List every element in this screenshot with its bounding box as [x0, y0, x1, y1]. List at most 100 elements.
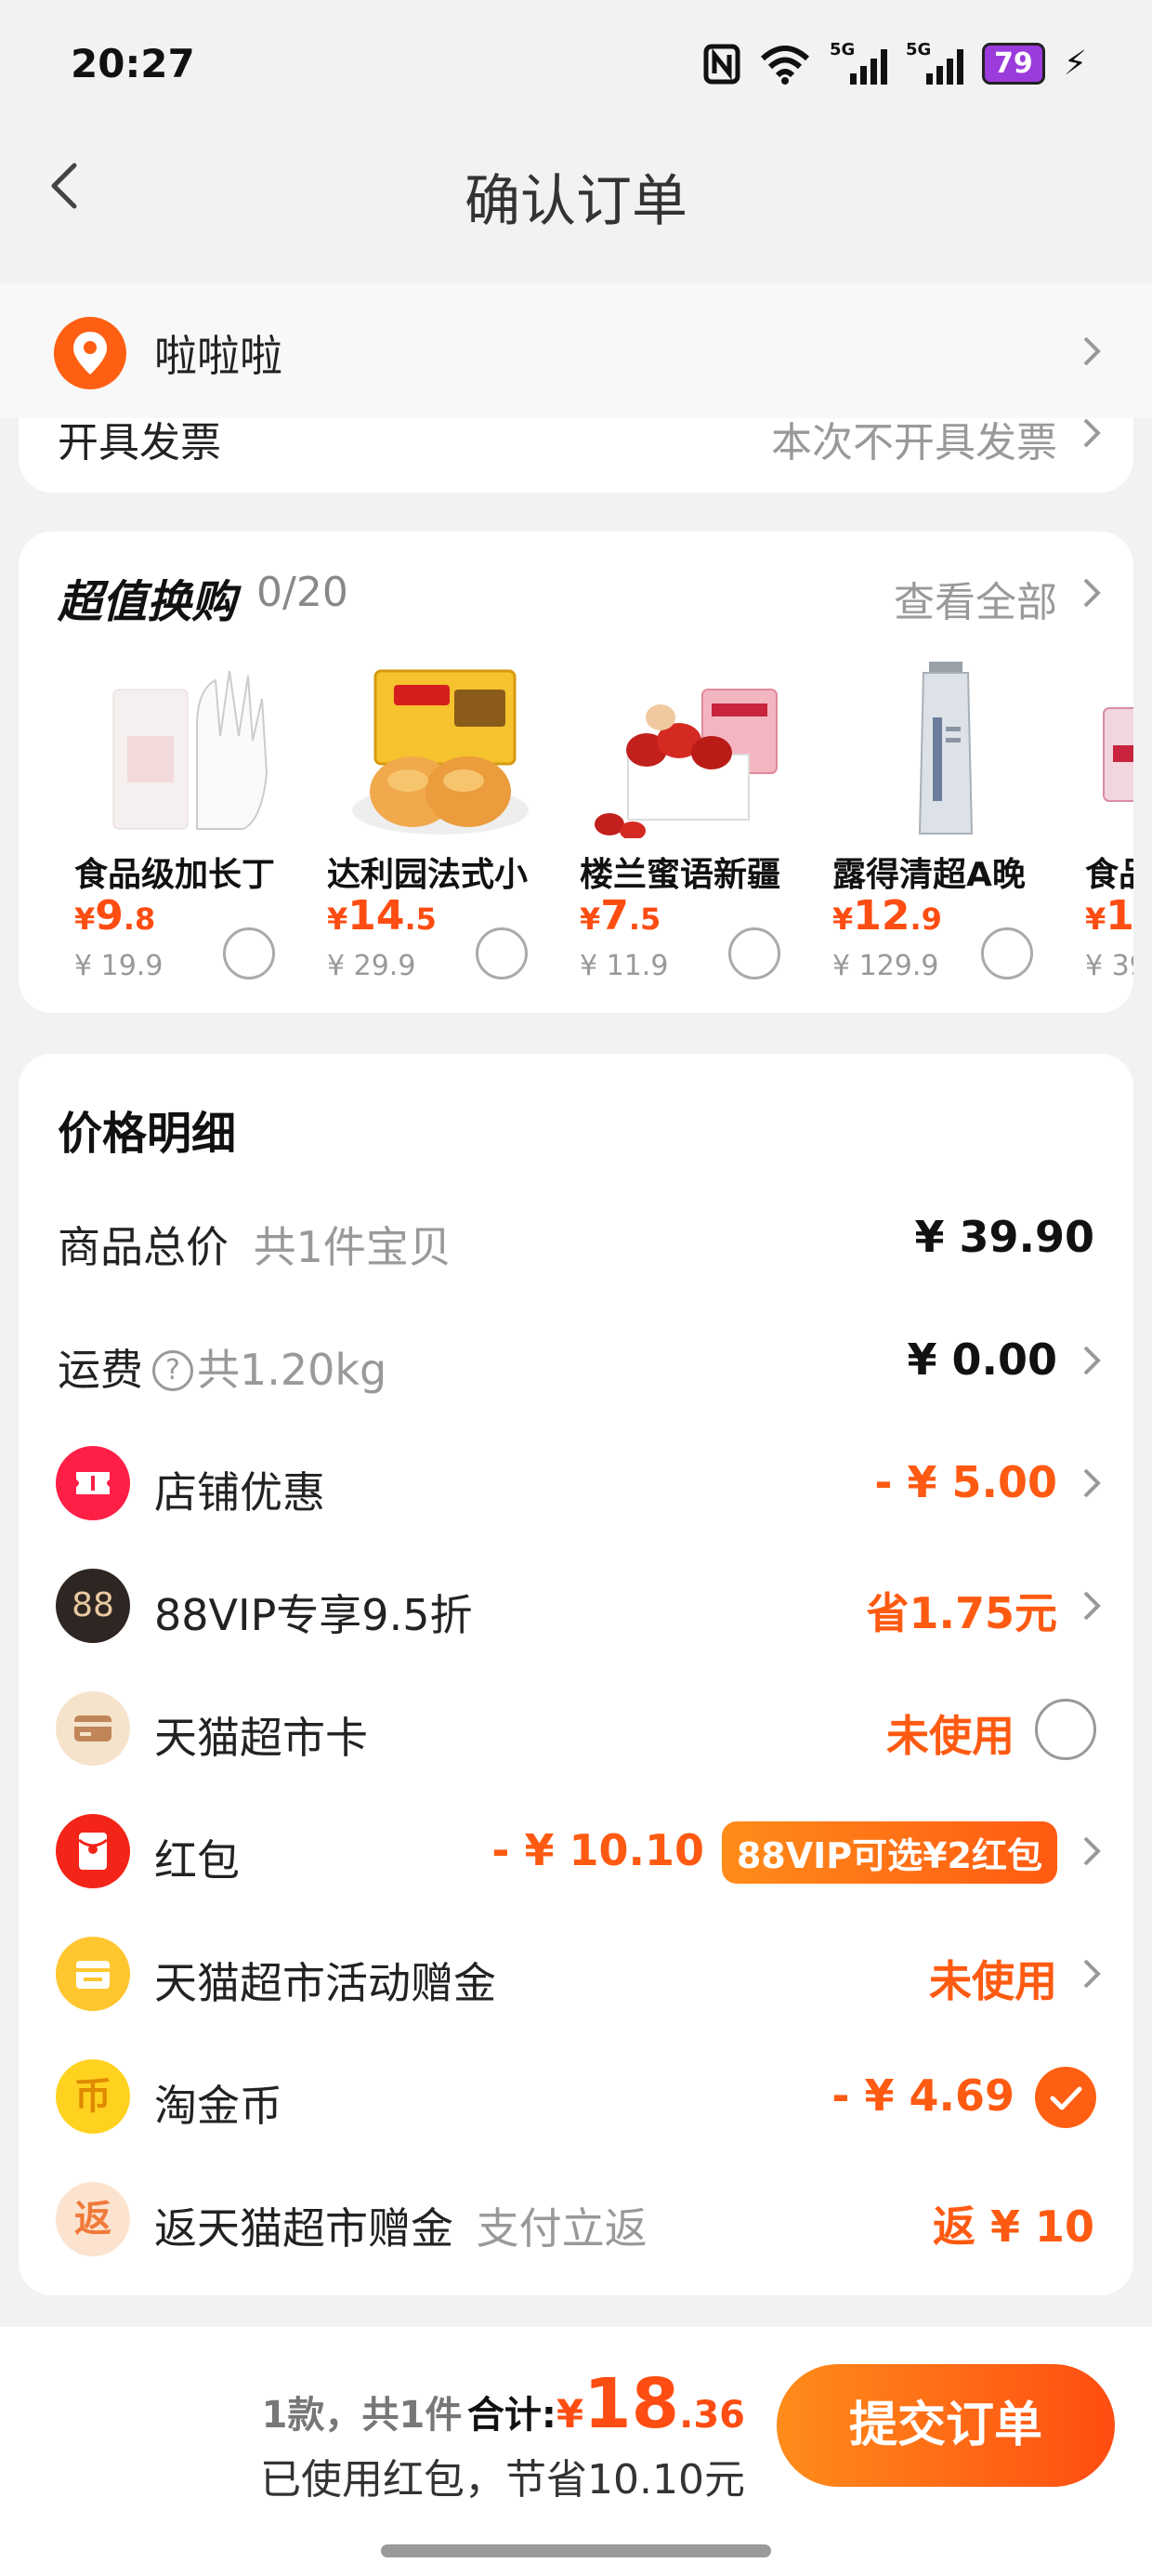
vip-discount-label: 88VIP专享9.5折: [154, 1590, 473, 1640]
charging-icon: ⚡: [1063, 44, 1087, 83]
product-name: 露得清超A晚: [832, 856, 1026, 894]
product-name: 食品级加长丁: [74, 856, 276, 894]
total-decimal: .36: [679, 2394, 745, 2437]
coin-icon: 币: [56, 2059, 130, 2134]
product-price: ¥15: [1085, 892, 1133, 940]
battery-indicator: 79: [981, 43, 1045, 85]
product-image-gloves: [112, 670, 268, 830]
check-icon: [1050, 2086, 1082, 2110]
red-packet-value: - ¥ 10.10: [491, 1825, 704, 1875]
upsell-title: 超值换购: [58, 576, 237, 628]
vip-discount-value: 省1.75元: [866, 1588, 1058, 1638]
product-original-price: ¥ 39: [1085, 950, 1133, 982]
cashback-icon: 返: [56, 2182, 130, 2256]
tao-coin-label: 淘金币: [154, 2081, 282, 2131]
product-original-price: ¥ 129.9: [832, 950, 939, 982]
product-select-radio[interactable]: [981, 927, 1033, 979]
activity-gift-value: 未使用: [929, 1956, 1057, 2006]
activity-gift-row[interactable]: 天猫超市活动赠金 未使用: [19, 1912, 1133, 2035]
market-card-radio[interactable]: [1035, 1699, 1096, 1760]
card-icon: [56, 1691, 130, 1766]
status-bar: 20:27 5G 5G 79 ⚡: [0, 0, 1152, 139]
vip-discount-row[interactable]: 88 88VIP专享9.5折 省1.75元: [19, 1544, 1133, 1667]
price-details-title: 价格明细: [58, 1108, 237, 1160]
product-name: 达利园法式小: [327, 856, 529, 894]
total-currency: ¥: [556, 2391, 584, 2437]
product-name: 食品: [1085, 856, 1133, 894]
product-image-dates: [595, 689, 778, 838]
store-discount-row[interactable]: 店铺优惠 - ¥ 5.00: [19, 1422, 1133, 1544]
nav-header: 确认订单: [0, 139, 1152, 283]
chevron-right-icon: [1083, 1591, 1101, 1621]
tao-coin-checkbox[interactable]: [1035, 2067, 1096, 2128]
chevron-right-icon: [1083, 1346, 1101, 1375]
product-image-food: [1103, 707, 1133, 802]
upsell-product[interactable]: 露得清超A晚 ¥12.9 ¥ 129.9: [832, 662, 1065, 1013]
product-price: ¥14.5: [327, 892, 437, 940]
market-card-row[interactable]: 天猫超市卡 未使用: [19, 1667, 1133, 1790]
view-all-link[interactable]: 查看全部: [894, 569, 1057, 628]
product-select-radio[interactable]: [476, 927, 528, 979]
nfc-icon: [703, 44, 740, 84]
cashback-sub: 支付立返: [476, 2203, 648, 2254]
product-price: ¥7.5: [580, 892, 661, 940]
total-integer: 18: [583, 2364, 680, 2444]
shipping-row[interactable]: 运费? 共1.20kg ¥ 0.00: [19, 1299, 1133, 1422]
address-name: 啦啦啦: [154, 331, 282, 381]
tao-coin-value: - ¥ 4.69: [831, 2070, 1015, 2121]
product-original-price: ¥ 11.9: [580, 950, 669, 982]
item-count: 1款，共1件: [261, 2394, 463, 2437]
shipping-value: ¥ 0.00: [907, 1334, 1057, 1385]
chevron-right-icon: [1083, 578, 1101, 608]
goods-total-value: ¥ 39.90: [914, 1212, 1094, 1262]
product-name: 楼兰蜜语新疆: [580, 856, 781, 894]
product-price: ¥12.9: [832, 892, 942, 940]
order-total: 1款，共1件 合计:¥18.36: [262, 2364, 745, 2444]
product-image-bread: [352, 669, 529, 835]
product-price: ¥9.8: [74, 892, 156, 940]
tao-coin-row[interactable]: 币 淘金币 - ¥ 4.69: [19, 2035, 1133, 2158]
help-icon[interactable]: ?: [152, 1349, 193, 1391]
coupon-icon: [56, 1446, 130, 1520]
cashback-label: 返天猫超市赠金: [154, 2203, 453, 2254]
market-card-label: 天猫超市卡: [154, 1713, 368, 1763]
submit-order-button[interactable]: 提交订单: [777, 2364, 1115, 2487]
home-indicator[interactable]: [381, 2544, 771, 2557]
store-discount-value: - ¥ 5.00: [874, 1457, 1057, 1507]
vip-88-icon: 88: [56, 1569, 130, 1643]
red-packet-row[interactable]: 红包 - ¥ 10.10 88VIP可选¥2红包: [19, 1790, 1133, 1912]
chevron-right-icon: [1083, 418, 1101, 448]
store-discount-label: 店铺优惠: [154, 1467, 325, 1518]
price-details-card: 价格明细 商品总价 共1件宝贝 ¥ 39.90 运费? 共1.20kg ¥ 0.0…: [19, 1054, 1133, 2295]
chevron-right-icon: [1083, 1468, 1101, 1498]
savings-text: 已使用红包，节省10.10元: [260, 2456, 745, 2504]
cashback-value: 返 ¥ 10: [932, 2201, 1094, 2252]
red-packet-label: 红包: [154, 1835, 240, 1886]
product-original-price: ¥ 29.9: [327, 950, 416, 982]
goods-total-label: 商品总价: [58, 1222, 229, 1272]
cashback-row: 返 返天猫超市赠金 支付立返 返 ¥ 10: [19, 2158, 1133, 2280]
upsell-product[interactable]: 达利园法式小 ¥14.5 ¥ 29.9: [327, 662, 559, 1013]
product-image-cream-tube: [918, 662, 974, 835]
upsell-product[interactable]: 楼兰蜜语新疆 ¥7.5 ¥ 11.9: [580, 662, 812, 1013]
address-bar[interactable]: 啦啦啦: [0, 283, 1152, 418]
shipping-label: 运费: [58, 1345, 143, 1395]
status-icons: 5G 5G 79 ⚡: [703, 40, 1087, 85]
checkout-bar: 1款，共1件 合计:¥18.36 已使用红包，节省10.10元 提交订单: [0, 2327, 1152, 2576]
upsell-product[interactable]: 食品级加长丁 ¥9.8 ¥ 19.9: [74, 662, 307, 1013]
product-select-radio[interactable]: [728, 927, 780, 979]
chevron-right-icon: [1083, 1836, 1101, 1866]
total-label: 合计:: [466, 2394, 556, 2437]
upsell-count: 0/20: [256, 569, 348, 616]
upsell-product[interactable]: 食品 ¥15 ¥ 39: [1085, 662, 1133, 1013]
chevron-right-icon: [1083, 1959, 1101, 1989]
signal-icon: 5G: [830, 40, 887, 85]
product-select-radio[interactable]: [223, 927, 275, 979]
product-original-price: ¥ 19.9: [74, 950, 164, 982]
red-packet-icon: [56, 1814, 130, 1888]
vip-red-packet-badge[interactable]: 88VIP可选¥2红包: [721, 1821, 1057, 1884]
goods-total-sub: 共1件宝贝: [253, 1222, 452, 1272]
status-time: 20:27: [71, 41, 195, 86]
chevron-right-icon: [1083, 336, 1101, 366]
activity-gift-label: 天猫超市活动赠金: [154, 1958, 496, 2008]
